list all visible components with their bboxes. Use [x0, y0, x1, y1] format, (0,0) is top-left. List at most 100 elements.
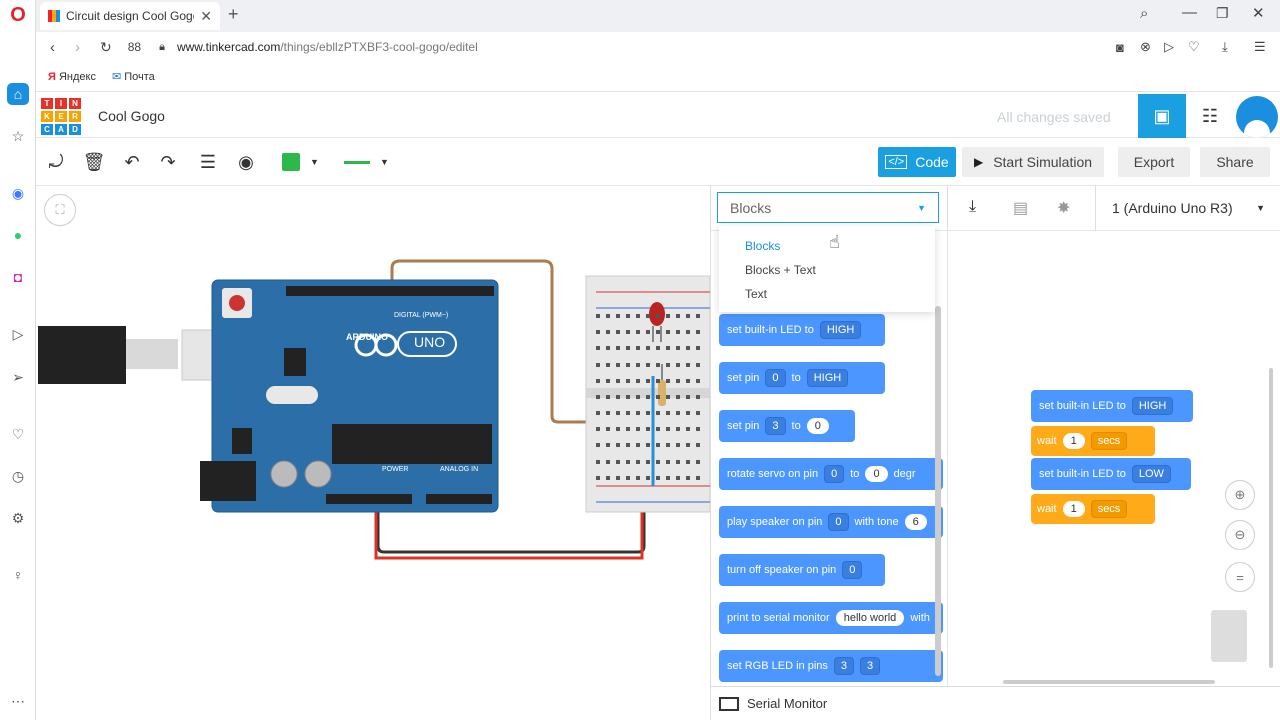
- script-block-set-led-high[interactable]: set built-in LED to HIGH: [1031, 390, 1193, 422]
- breadboard-hole: [636, 346, 640, 351]
- breadboard-hole: [696, 378, 700, 383]
- palette-block[interactable]: print to serial monitor hello world with: [719, 602, 943, 634]
- component-list-button[interactable]: ☷: [1186, 94, 1234, 138]
- download-code-icon[interactable]: ⤓: [969, 198, 976, 216]
- breadboard-hole: [596, 394, 600, 399]
- menu-item-blocks[interactable]: Blocks: [719, 234, 935, 258]
- restore-icon[interactable]: ❐: [1216, 5, 1229, 22]
- breadboard-hole: [676, 378, 680, 383]
- bookmark-mail[interactable]: ✉ Почта: [112, 70, 155, 83]
- star-icon[interactable]: ☆: [7, 125, 29, 147]
- menu-item-text[interactable]: Text: [719, 282, 935, 306]
- adblock-icon[interactable]: ⊗: [1140, 39, 1151, 55]
- logo-letter: E: [54, 110, 68, 123]
- redo-icon[interactable]: ↷: [154, 148, 182, 176]
- avatar[interactable]: [1236, 96, 1278, 138]
- speed-dial-icon[interactable]: 88: [128, 40, 141, 54]
- send-icon[interactable]: ➢: [7, 366, 29, 388]
- delete-icon[interactable]: 🗑︎: [80, 148, 108, 176]
- download-icon[interactable]: ⤓: [1222, 39, 1228, 55]
- script-block-set-led-low[interactable]: set built-in LED to LOW: [1031, 458, 1191, 490]
- bulb-icon[interactable]: ♀: [7, 564, 29, 586]
- zoom-in-icon[interactable]: ⊕: [1225, 480, 1255, 510]
- undo-icon[interactable]: ↶: [118, 148, 146, 176]
- breadboard-hole: [676, 314, 680, 318]
- easy-setup-icon[interactable]: ☰: [1254, 39, 1266, 55]
- breadboard-hole: [626, 330, 630, 335]
- bookmark-yandex[interactable]: Я Яндекс: [48, 71, 96, 83]
- minimize-icon[interactable]: —: [1182, 4, 1197, 21]
- circuit-canvas[interactable]: ⛶ ARDUINO UNO DIGITAL (PWM~) POWER ANALO…: [36, 186, 710, 720]
- opera-logo-icon[interactable]: O: [7, 4, 29, 26]
- player-icon[interactable]: ▷: [7, 323, 29, 345]
- heart-icon[interactable]: ♡: [7, 423, 29, 445]
- palette-block[interactable]: turn off speaker on pin 0: [719, 554, 885, 586]
- zoom-out-icon[interactable]: ⊖: [1225, 520, 1255, 550]
- script-workspace[interactable]: set built-in LED to HIGH wait 1 secs set bu…: [949, 230, 1280, 686]
- libraries-icon[interactable]: ▤: [1013, 198, 1028, 218]
- palette-scrollbar[interactable]: [935, 306, 941, 676]
- share-icon[interactable]: ▷: [1164, 39, 1174, 55]
- breadboard-hole: [646, 443, 650, 448]
- close-window-icon[interactable]: ✕: [1252, 4, 1265, 22]
- tab-close-icon[interactable]: ✕: [200, 8, 212, 25]
- whatsapp-icon[interactable]: ●: [7, 224, 29, 246]
- new-tab-icon[interactable]: +: [228, 4, 239, 25]
- more-icon[interactable]: ⋯: [7, 690, 29, 712]
- zoom-reset-icon[interactable]: =: [1225, 562, 1255, 592]
- breadboard-hole: [656, 378, 660, 383]
- settings-icon[interactable]: ⚙: [7, 507, 29, 529]
- workspace-scrollbar[interactable]: [1003, 680, 1215, 684]
- wire-type-picker[interactable]: ▼: [336, 148, 396, 176]
- usb-cable: [38, 326, 126, 384]
- history-icon[interactable]: ◷: [7, 465, 29, 487]
- reload-icon[interactable]: ↻: [100, 39, 112, 56]
- breadboard-hole: [626, 427, 630, 432]
- rotate-icon[interactable]: ⤾: [42, 148, 70, 176]
- breadboard-hole: [646, 475, 650, 480]
- instagram-icon[interactable]: ◘: [7, 266, 29, 288]
- trash-icon[interactable]: [1211, 610, 1247, 662]
- menu-item-blocks-text[interactable]: Blocks + Text: [719, 258, 935, 282]
- device-select[interactable]: 1 (Arduino Uno R3) ▼: [1095, 186, 1280, 230]
- home-icon[interactable]: ⌂: [7, 83, 29, 105]
- palette-block[interactable]: set pin 0 to HIGH: [719, 362, 885, 394]
- palette-block[interactable]: rotate servo on pin 0 to 0 degr: [719, 458, 943, 490]
- browser-tab[interactable]: Circuit design Cool Gogo | ✕: [40, 2, 220, 30]
- breadboard-hole: [646, 346, 650, 351]
- favorite-icon[interactable]: ♡: [1188, 39, 1200, 55]
- circuit-view-button[interactable]: ▣: [1138, 94, 1186, 138]
- logo-letter: A: [54, 123, 68, 136]
- palette-block[interactable]: set built-in LED to HIGH: [719, 314, 885, 346]
- back-icon[interactable]: ‹: [50, 39, 55, 56]
- search-icon[interactable]: ⌕: [1140, 5, 1148, 22]
- code-button[interactable]: </> Code: [878, 147, 956, 177]
- messenger-icon[interactable]: ◉: [7, 182, 29, 204]
- breadboard-hole: [696, 475, 700, 480]
- url-text[interactable]: www.tinkercad.com/things/ebllzPTXBF3-coo…: [177, 40, 478, 54]
- breadboard-hole: [656, 443, 660, 448]
- notes-icon[interactable]: ☰: [194, 148, 222, 176]
- palette-block[interactable]: play speaker on pin 0 with tone 6: [719, 506, 943, 538]
- start-simulation-button[interactable]: ▶ Start Simulation: [962, 147, 1104, 177]
- breadboard-hole: [646, 394, 650, 399]
- serial-monitor-bar[interactable]: Serial Monitor: [711, 686, 1280, 720]
- camera-icon[interactable]: ◙: [1116, 40, 1124, 55]
- code-mode-select[interactable]: Blocks ▼: [717, 192, 939, 223]
- share-button[interactable]: Share: [1200, 147, 1270, 177]
- palette-block[interactable]: set pin 3 to 0: [719, 410, 855, 442]
- breadboard-hole: [636, 362, 640, 367]
- code-mode-menu: Blocks Blocks + Text Text: [719, 226, 935, 312]
- tinkercad-logo[interactable]: TIN KER CAD: [40, 97, 82, 136]
- visibility-icon[interactable]: ◉: [232, 148, 260, 176]
- script-block-wait-1[interactable]: wait 1 secs: [1031, 426, 1155, 456]
- breadboard-hole: [606, 330, 610, 335]
- palette-block[interactable]: set RGB LED in pins 3 3: [719, 650, 943, 682]
- design-title[interactable]: Cool Gogo: [98, 108, 165, 124]
- color-picker[interactable]: ▼: [274, 148, 326, 176]
- forward-icon[interactable]: ›: [75, 39, 80, 56]
- workspace-vscrollbar[interactable]: [1269, 368, 1273, 668]
- debugger-icon[interactable]: ✸: [1057, 198, 1070, 218]
- export-button[interactable]: Export: [1118, 147, 1190, 177]
- script-block-wait-2[interactable]: wait 1 secs: [1031, 494, 1155, 524]
